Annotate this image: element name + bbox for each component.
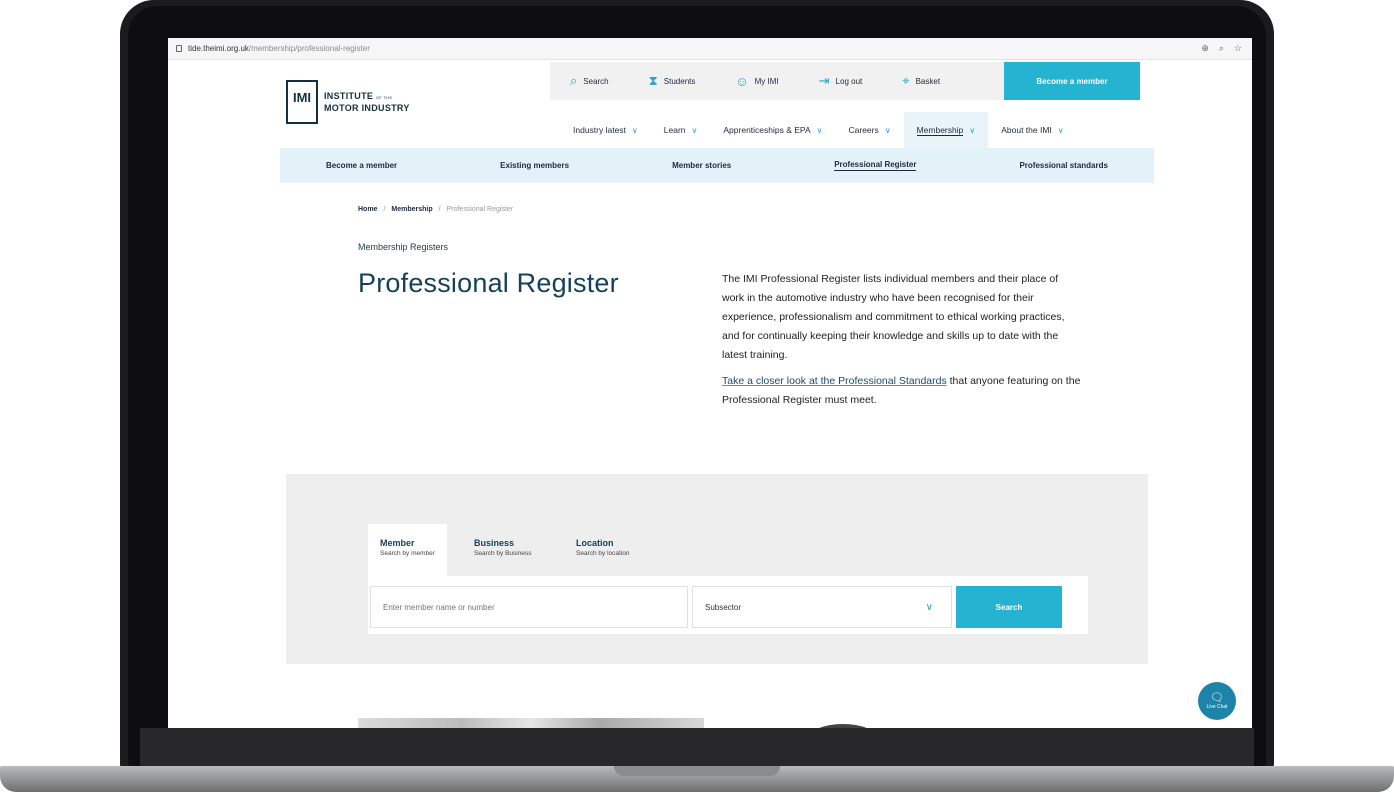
util-logout[interactable]: ⇥ Log out — [799, 62, 883, 100]
chevron-down-icon: ∨ — [631, 125, 638, 135]
chevron-down-icon: ∨ — [691, 125, 698, 135]
basket-icon: ⌖ — [902, 73, 910, 88]
util-my-imi-label: My IMI — [754, 76, 779, 86]
tab-subtitle: Search by location — [576, 550, 630, 557]
section-label: Membership Registers — [358, 242, 449, 252]
util-search-label: Search — [583, 76, 609, 86]
nav-label: Apprenticeships & EPA — [723, 125, 811, 135]
nav-label: Membership — [916, 124, 964, 136]
util-search[interactable]: ⌕ Search — [550, 62, 629, 100]
util-logout-label: Log out — [835, 76, 863, 86]
feature-image-secondary — [808, 724, 878, 728]
laptop-chin — [140, 728, 1254, 766]
url-domain: tide.theimi.org.uk — [188, 44, 249, 53]
intro-standards: Take a closer look at the Professional S… — [722, 372, 1082, 410]
tab-title: Business — [474, 538, 515, 548]
search-icon: ⌕ — [570, 73, 578, 88]
live-chat-label: Live Chat — [1206, 703, 1228, 710]
nav-label: Industry latest — [573, 125, 626, 135]
zoom-icon[interactable]: ⌕ — [1219, 43, 1224, 54]
util-my-imi[interactable]: ☺ My IMI — [715, 62, 798, 100]
breadcrumb-separator: / — [383, 206, 386, 213]
chevron-down-icon: ∨ — [1057, 125, 1064, 135]
chat-bubble-icon: 🗨 — [1210, 691, 1224, 704]
sub-nav: Become a member Existing members Member … — [280, 148, 1154, 183]
nav-learn[interactable]: Learn ∨ — [651, 112, 711, 148]
tab-title: Member — [380, 538, 415, 548]
search-row: Subsector ∨ Search — [368, 576, 1088, 634]
subnav-member-stories[interactable]: Member stories — [672, 161, 731, 170]
tab-member[interactable]: Member Search by member — [368, 524, 447, 576]
subsector-select[interactable]: Subsector ∨ — [692, 586, 952, 628]
logo-wordmark: INSTITUTE OF THE MOTOR INDUSTRY — [324, 91, 410, 113]
nav-label: Learn — [663, 125, 686, 135]
util-students-label: Students — [663, 76, 696, 86]
chevron-down-icon: ∨ — [816, 125, 823, 135]
breadcrumb: Home / Membership / Professional Registe… — [358, 206, 513, 213]
util-basket-label: Basket — [915, 76, 941, 86]
logo-line2: MOTOR INDUSTRY — [324, 103, 410, 113]
chevron-down-icon: ∨ — [884, 125, 891, 135]
logo-line1-small: OF THE — [376, 95, 393, 100]
chevron-down-icon: ∨ — [925, 601, 933, 613]
live-chat-button[interactable]: 🗨 Live Chat — [1198, 682, 1236, 720]
nav-careers[interactable]: Careers ∨ — [836, 112, 904, 148]
chevron-down-icon: ∨ — [969, 125, 976, 135]
logo-mark: IMI — [286, 80, 318, 124]
logo-line1: INSTITUTE — [324, 91, 374, 101]
tab-location[interactable]: Location Search by location — [564, 524, 641, 576]
breadcrumb-membership[interactable]: Membership — [391, 206, 432, 213]
intro-text: The IMI Professional Register lists indi… — [722, 273, 1065, 361]
professional-standards-link[interactable]: Take a closer look at the Professional S… — [722, 375, 947, 387]
nav-industry-latest[interactable]: Industry latest ∨ — [560, 112, 651, 148]
lock-icon — [176, 45, 182, 52]
browser-tools: ⊕ ⌕ ☆ — [1201, 43, 1242, 54]
tab-subtitle: Search by member — [380, 550, 435, 557]
tab-subtitle: Search by Business — [474, 550, 532, 557]
nav-about[interactable]: About the IMI ∨ — [988, 112, 1076, 148]
user-icon: ☺ — [735, 73, 749, 89]
laptop-notch — [614, 766, 780, 776]
hourglass-icon: ⧗ — [648, 73, 658, 88]
nav-label: Careers — [848, 125, 879, 135]
subnav-existing-members[interactable]: Existing members — [500, 161, 569, 170]
subsector-value: Subsector — [705, 602, 742, 612]
imi-logo[interactable]: IMI INSTITUTE OF THE MOTOR INDUSTRY — [286, 80, 410, 124]
translate-icon[interactable]: ⊕ — [1201, 43, 1209, 54]
util-basket[interactable]: ⌖ Basket — [882, 62, 960, 100]
bookmark-star-icon[interactable]: ☆ — [1234, 43, 1242, 54]
nav-apprenticeships[interactable]: Apprenticeships & EPA ∨ — [710, 112, 835, 148]
main-nav: Industry latest ∨ Learn ∨ Apprenticeships … — [560, 112, 1077, 148]
member-search-input[interactable] — [370, 586, 688, 628]
feature-image — [358, 718, 704, 728]
nav-label: About the IMI — [1001, 125, 1052, 135]
search-button[interactable]: Search — [956, 586, 1062, 628]
breadcrumb-home[interactable]: Home — [358, 206, 377, 213]
nav-membership[interactable]: Membership ∨ — [903, 112, 989, 148]
logout-icon: ⇥ — [818, 73, 830, 88]
subnav-professional-register[interactable]: Professional Register — [834, 160, 917, 171]
tab-business[interactable]: Business Search by Business — [462, 524, 543, 576]
screen: tide.theimi.org.uk/membership/profession… — [168, 38, 1252, 728]
url-path: /membership/professional-register — [248, 44, 370, 53]
subnav-professional-standards[interactable]: Professional standards — [1019, 161, 1107, 170]
search-panel: Member Search by member Business Search … — [286, 474, 1148, 664]
util-students[interactable]: ⧗ Students — [629, 62, 716, 100]
tab-title: Location — [576, 538, 614, 548]
browser-url-bar[interactable]: tide.theimi.org.uk/membership/profession… — [168, 38, 1252, 60]
breadcrumb-current: Professional Register — [446, 206, 514, 213]
logo-mark-text: IMI — [292, 90, 312, 105]
breadcrumb-separator: / — [438, 206, 441, 213]
subnav-become-member[interactable]: Become a member — [326, 161, 397, 170]
become-member-button[interactable]: Become a member — [1004, 62, 1140, 100]
page-title: Professional Register — [358, 268, 619, 298]
